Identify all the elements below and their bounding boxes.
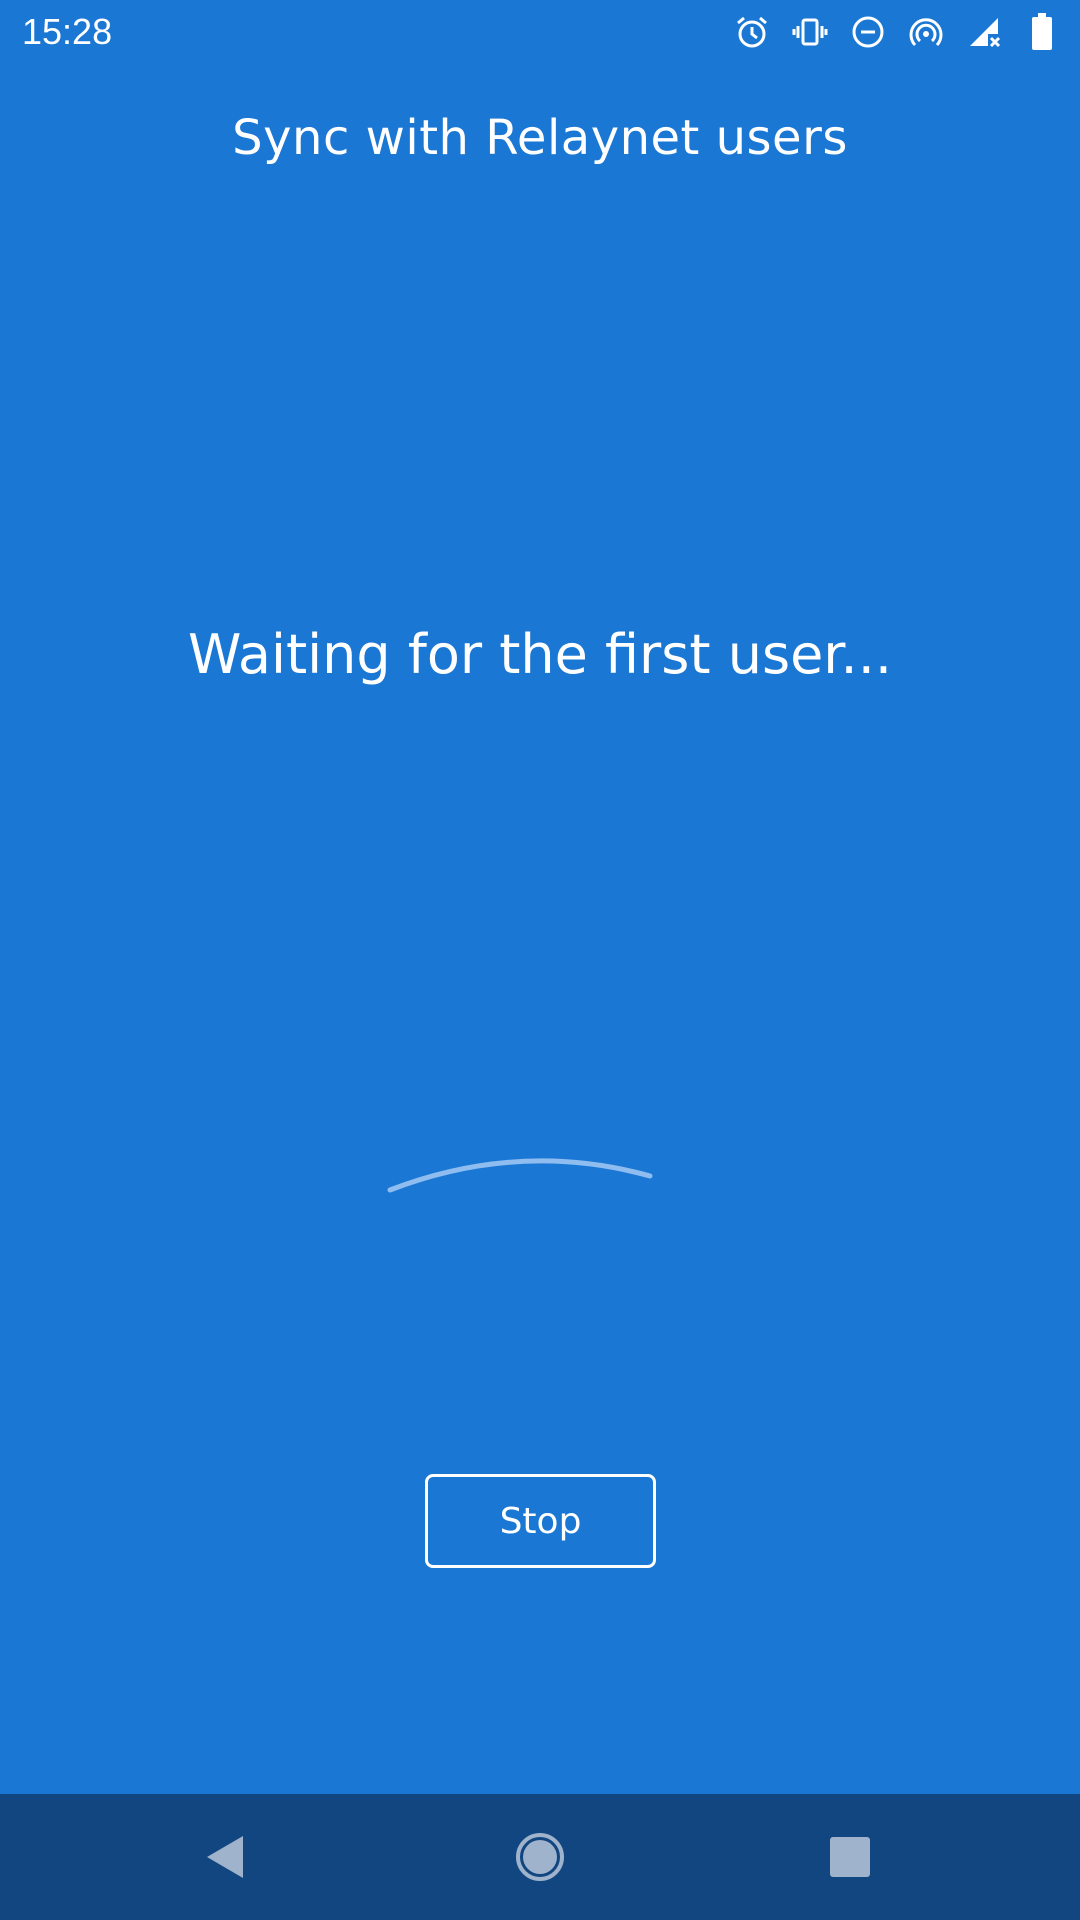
loading-spinner	[387, 1158, 653, 1193]
status-icons	[714, 10, 1062, 54]
vibrate-icon	[790, 12, 830, 52]
status-message: Waiting for the first user...	[187, 623, 893, 686]
alarm-icon	[732, 12, 772, 52]
hotspot-icon	[906, 12, 946, 52]
no-signal-icon	[964, 12, 1004, 52]
do-not-disturb-icon	[848, 12, 888, 52]
battery-icon	[1022, 12, 1062, 52]
status-bar: 15:28	[0, 0, 1080, 64]
status-time: 15:28	[22, 11, 113, 52]
page-title: Sync with Relaynet users	[232, 110, 848, 166]
home-icon[interactable]	[505, 1822, 575, 1892]
back-icon[interactable]	[190, 1822, 260, 1892]
recents-icon[interactable]	[815, 1822, 885, 1892]
stop-button[interactable]: Stop	[425, 1474, 656, 1568]
navigation-bar	[0, 1794, 1080, 1920]
